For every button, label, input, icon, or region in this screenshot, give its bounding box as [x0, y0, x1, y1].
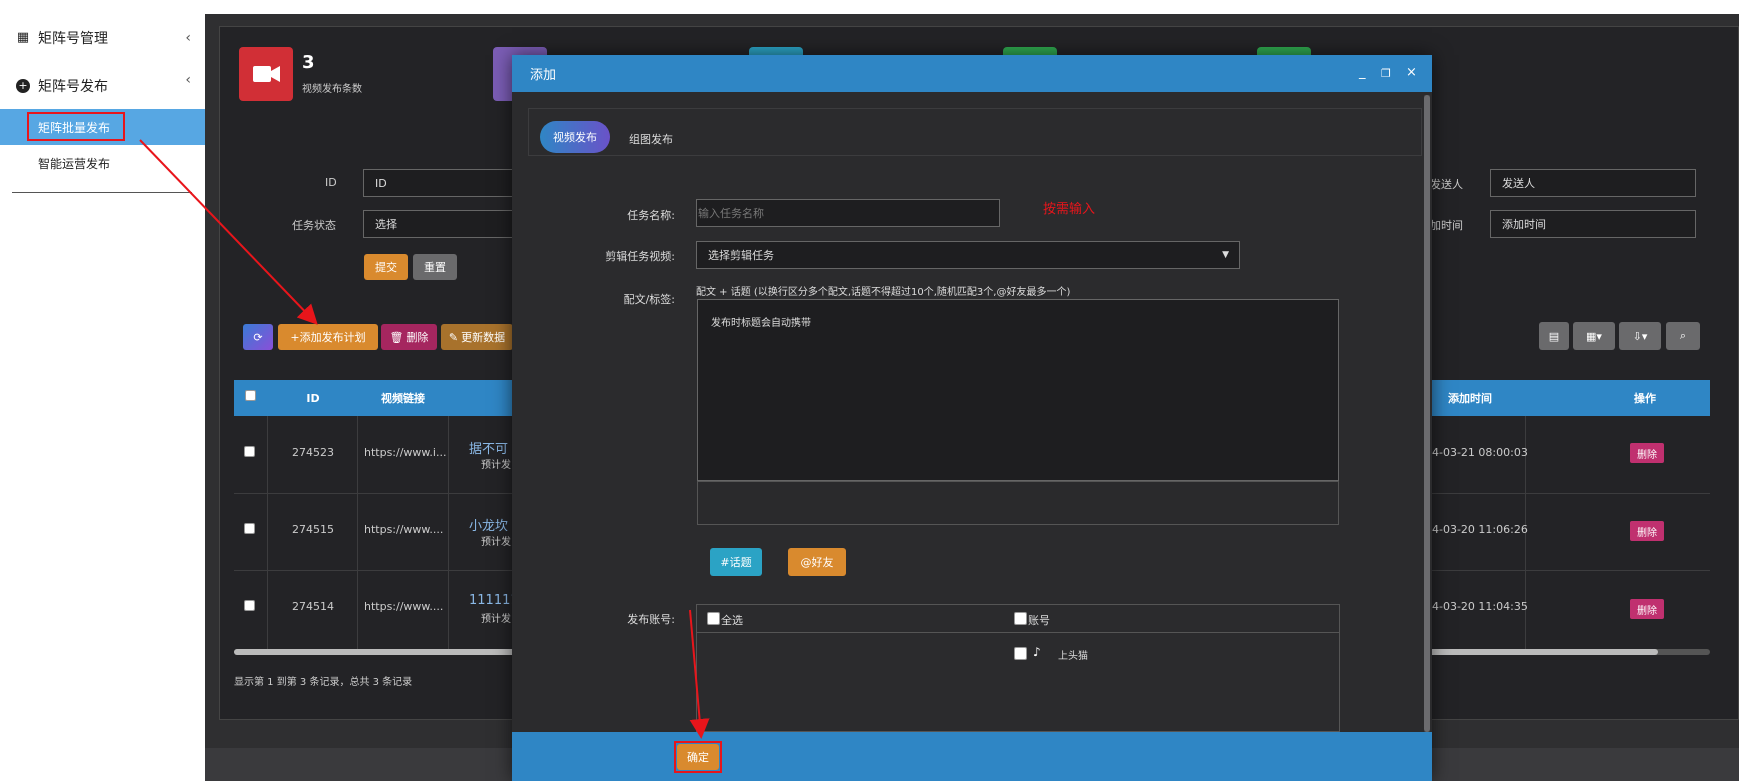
annotation-arrow	[139, 139, 318, 325]
annotation-arrows	[139, 139, 710, 739]
annotation-arrow	[689, 609, 710, 739]
